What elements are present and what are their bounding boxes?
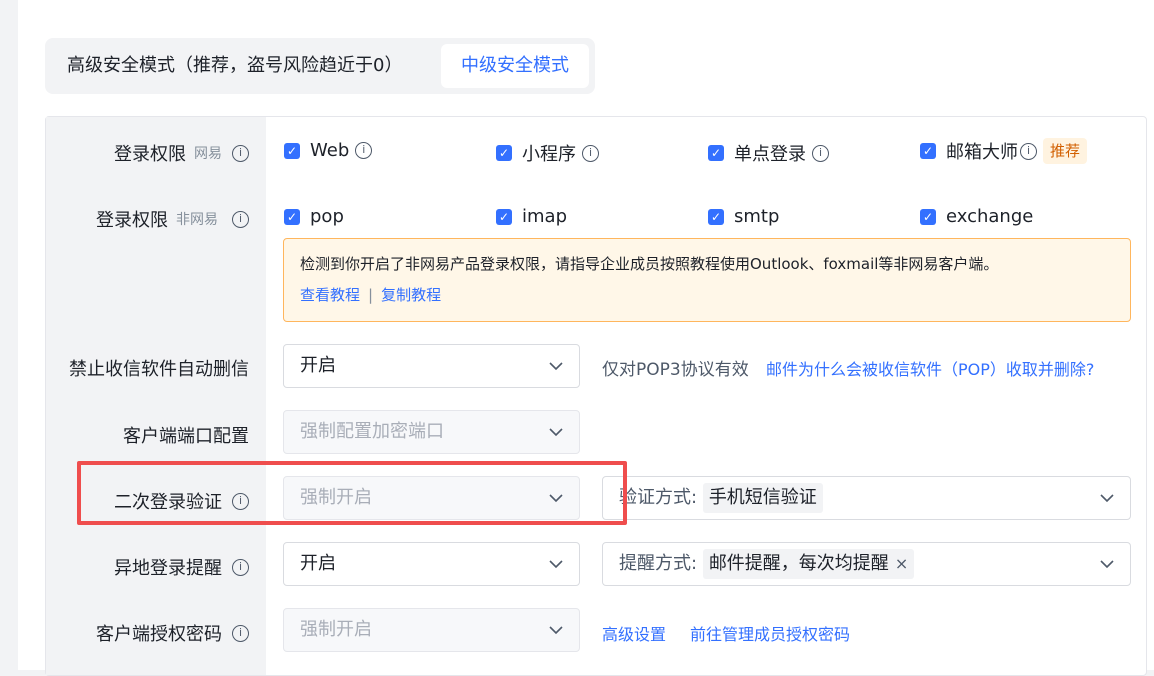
checkbox-sso[interactable]: ✓ 单点登录 i xyxy=(708,140,829,166)
checkbox-label: pop xyxy=(310,206,344,227)
mid-security-mode-option[interactable]: 中级安全模式 xyxy=(441,44,589,88)
checkbox-checked-icon: ✓ xyxy=(708,145,724,161)
checkbox-label: 小程序 xyxy=(522,144,576,165)
info-icon[interactable]: i xyxy=(232,624,249,642)
row-label-remote-login: 异地登录提醒 i xyxy=(114,554,249,580)
checkbox-label: 单点登录 xyxy=(734,144,806,165)
link-separator: | xyxy=(368,286,374,304)
auto-delete-select[interactable]: 开启 xyxy=(283,344,580,388)
info-icon[interactable]: i xyxy=(582,144,599,162)
remind-method-tag-text: 邮件提醒，每次均提醒 xyxy=(708,553,889,574)
manage-auth-password-link[interactable]: 前往管理成员授权密码 xyxy=(690,621,850,645)
checkbox-checked-icon: ✓ xyxy=(284,142,300,159)
checkbox-checked-icon: ✓ xyxy=(496,208,512,225)
row-label-client-password: 客户端授权密码 i xyxy=(96,620,249,646)
info-icon[interactable]: i xyxy=(232,558,249,576)
select-value: 强制开启 xyxy=(300,487,372,508)
row-label-client-port: 客户端端口配置 xyxy=(123,422,249,448)
chevron-down-icon xyxy=(1100,543,1114,585)
row-label-text: 禁止收信软件自动删信 xyxy=(69,359,249,380)
copy-tutorial-link[interactable]: 复制教程 xyxy=(381,286,441,304)
info-icon[interactable]: i xyxy=(232,492,249,510)
row-label-text: 客户端端口配置 xyxy=(123,426,249,447)
left-gutter xyxy=(0,0,18,670)
chevron-down-icon xyxy=(549,543,563,585)
row-label-second-verify: 二次登录验证 i xyxy=(114,488,249,514)
checkbox-label: exchange xyxy=(946,206,1034,227)
info-icon[interactable]: i xyxy=(232,210,249,228)
recommend-badge: 推荐 xyxy=(1043,138,1088,164)
checkbox-imap[interactable]: ✓ imap xyxy=(496,206,567,227)
info-icon[interactable]: i xyxy=(1020,142,1037,160)
verify-method-tag-text: 手机短信验证 xyxy=(708,487,817,508)
checkbox-checked-icon: ✓ xyxy=(920,143,936,159)
view-tutorial-link[interactable]: 查看教程 xyxy=(300,286,360,304)
label-column xyxy=(46,117,266,675)
remind-method-prefix: 提醒方式: xyxy=(619,553,698,574)
row-label-sub: 网易 xyxy=(194,146,222,162)
row-label-login-non-netease: 登录权限 非网易 i xyxy=(96,206,249,232)
pop-delete-help-link[interactable]: 邮件为什么会被收信软件（POP）收取并删除? xyxy=(766,356,1094,380)
security-mode-toggle: 高级安全模式（推荐，盗号风险趋近于0） 中级安全模式 xyxy=(45,38,595,94)
chevron-down-icon xyxy=(1100,477,1114,519)
checkbox-exchange[interactable]: ✓ exchange xyxy=(920,206,1033,227)
checkbox-label: imap xyxy=(522,206,567,227)
checkbox-pop[interactable]: ✓ pop xyxy=(284,206,344,227)
notice-text: 检测到你开启了非网易产品登录权限，请指导企业成员按照教程使用Outlook、fo… xyxy=(300,255,999,273)
advanced-settings-link[interactable]: 高级设置 xyxy=(602,621,666,645)
checkbox-checked-icon: ✓ xyxy=(496,145,512,161)
row-label-sub: 非网易 xyxy=(176,212,218,228)
client-port-select[interactable]: 强制配置加密端口 xyxy=(283,410,580,454)
select-value: 开启 xyxy=(300,355,336,376)
pop3-hint: 仅对POP3协议有效 xyxy=(602,360,749,380)
remote-login-select[interactable]: 开启 xyxy=(283,542,580,586)
chevron-down-icon xyxy=(549,345,563,387)
security-form xyxy=(45,116,1147,676)
info-icon[interactable]: i xyxy=(355,142,373,159)
checkbox-label: Web xyxy=(310,140,350,161)
notice-links: 查看教程 | 复制教程 xyxy=(300,284,1114,305)
close-icon[interactable]: × xyxy=(895,554,908,573)
verify-method-tag: 手机短信验证 xyxy=(702,483,823,513)
high-security-mode-option[interactable]: 高级安全模式（推荐，盗号风险趋近于0） xyxy=(67,44,402,88)
remind-method-select[interactable]: 提醒方式: 邮件提醒，每次均提醒 × xyxy=(602,542,1131,586)
info-icon[interactable]: i xyxy=(812,144,829,162)
checkbox-checked-icon: ✓ xyxy=(920,208,936,225)
row-label-auto-delete: 禁止收信软件自动删信 xyxy=(69,355,249,381)
non-netease-notice: 检测到你开启了非网易产品登录权限，请指导企业成员按照教程使用Outlook、fo… xyxy=(283,238,1131,322)
checkbox-smtp[interactable]: ✓ smtp xyxy=(708,206,779,227)
verify-method-prefix: 验证方式: xyxy=(619,487,698,508)
select-value: 开启 xyxy=(300,553,336,574)
checkbox-label: 邮箱大师 xyxy=(946,142,1018,163)
checkbox-mini-program[interactable]: ✓ 小程序 i xyxy=(496,140,599,166)
select-value: 强制配置加密端口 xyxy=(300,421,444,442)
row-label-text: 登录权限 xyxy=(114,144,186,165)
remind-method-tag: 邮件提醒，每次均提醒 × xyxy=(702,549,915,579)
row-label-text: 二次登录验证 xyxy=(114,492,222,513)
checkbox-mail-master[interactable]: ✓ 邮箱大师 i 推荐 xyxy=(920,138,1088,164)
info-icon[interactable]: i xyxy=(232,144,249,162)
chevron-down-icon xyxy=(549,609,563,651)
select-value: 强制开启 xyxy=(300,619,372,640)
checkbox-label: smtp xyxy=(734,206,780,227)
row-label-text: 客户端授权密码 xyxy=(96,624,222,645)
checkbox-web[interactable]: ✓ Web i xyxy=(284,140,373,161)
chevron-down-icon xyxy=(549,477,563,519)
second-verify-select[interactable]: 强制开启 xyxy=(283,476,580,520)
row-label-login-netease: 登录权限 网易 i xyxy=(114,140,249,166)
row-label-text: 登录权限 xyxy=(96,210,168,231)
client-password-select[interactable]: 强制开启 xyxy=(283,608,580,652)
verify-method-select[interactable]: 验证方式: 手机短信验证 xyxy=(602,476,1131,520)
checkbox-checked-icon: ✓ xyxy=(708,208,724,225)
row-label-text: 异地登录提醒 xyxy=(114,558,222,579)
checkbox-checked-icon: ✓ xyxy=(284,208,300,225)
chevron-down-icon xyxy=(549,411,563,453)
